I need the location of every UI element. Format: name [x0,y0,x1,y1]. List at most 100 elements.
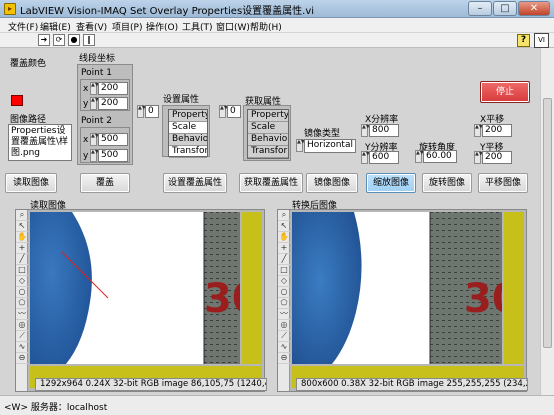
polygon-tool-icon[interactable]: ⬠ [16,298,28,309]
point1-x-field[interactable]: 200 [98,82,128,95]
mirror-type-label: 镜像类型 [304,129,341,139]
right-vertical-scrollbar[interactable] [504,212,524,364]
rect-tool-icon[interactable]: □ [278,265,290,276]
point2-x-increment[interactable]: ▲▼ [90,133,99,146]
freehand-line-tool-icon[interactable]: ∿ [278,342,290,353]
get-overlay-props-button[interactable]: 获取覆盖属性 [239,173,303,193]
menu-operate[interactable]: 操作(O) [146,20,178,33]
mirror-image-button[interactable]: 镜像图像 [306,173,358,193]
rotated-rect-tool-icon[interactable]: ◇ [16,276,28,287]
set-props-row-scale[interactable]: Scale [169,122,207,134]
title-bar: ▸ LabVIEW Vision-IMAQ Set Overlay Proper… [0,0,554,18]
point1-y-label: y [83,99,89,109]
mirror-type-select[interactable]: Horizontal [304,139,356,153]
freehand-tool-icon[interactable]: 〰 [16,309,28,320]
annulus-tool-icon[interactable]: ◎ [16,320,28,331]
get-props-index: 0 [227,105,241,118]
set-overlay-props-button[interactable]: 设置覆盖属性 [163,173,227,193]
pan-tool-icon[interactable]: ✋ [16,232,28,243]
x-res-increment[interactable]: ▲▼ [361,124,370,137]
left-ruler-number: 30 [204,276,240,322]
oval-tool-icon[interactable]: ○ [278,287,290,298]
point2-x-field[interactable]: 500 [98,133,128,146]
set-props-row-transform[interactable]: Transfor [169,146,207,158]
menu-tools[interactable]: 工具(T) [182,20,213,33]
menu-view[interactable]: 查看(V) [76,20,107,33]
zoom-image-button[interactable]: 缩放图像 [366,173,416,193]
abort-icon[interactable]: ● [68,34,80,46]
x-res-field[interactable]: 800 [369,124,399,137]
x-shift-increment[interactable]: ▲▼ [474,124,483,137]
left-vertical-scrollbar[interactable] [242,212,262,364]
pause-icon[interactable]: ‖ [83,34,95,46]
zoom-tool-icon[interactable]: ⌕ [16,210,28,221]
minimize-button[interactable]: – [468,1,492,16]
rect-tool-icon[interactable]: □ [16,265,28,276]
point1-y-increment[interactable]: ▲▼ [90,97,99,110]
point2-y-increment[interactable]: ▲▼ [90,149,99,162]
broken-line-tool-icon[interactable]: ⟋ [16,331,28,342]
rotate-angle-increment[interactable]: ▲▼ [415,150,424,163]
point-tool-icon[interactable]: + [278,243,290,254]
annulus-tool-icon[interactable]: ◎ [278,320,290,331]
translate-image-button[interactable]: 平移图像 [478,173,528,193]
x-shift-field[interactable]: 200 [482,124,512,137]
y-shift-field[interactable]: 200 [482,151,512,164]
freehand-tool-icon[interactable]: 〰 [278,309,290,320]
y-res-field[interactable]: 600 [369,151,399,164]
stop-button[interactable]: 停止 [480,81,530,103]
panel-vertical-scrollbar[interactable] [540,48,554,395]
freehand-line-tool-icon[interactable]: ∿ [16,342,28,353]
menu-bar: 文件(F) 编辑(E) 查看(V) 项目(P) 操作(O) 工具(T) 窗口(W… [0,18,554,33]
line-tool-icon[interactable]: ╱ [278,254,290,265]
set-props-index-increment[interactable]: ▲▼ [137,105,146,118]
zoom-out-tool-icon[interactable]: ⊖ [278,353,290,364]
polygon-tool-icon[interactable]: ⬠ [278,298,290,309]
context-help-icon[interactable]: ? [517,34,530,47]
menu-window[interactable]: 窗口(W) [216,20,250,33]
right-image-view[interactable]: 30 [292,212,502,364]
menu-file[interactable]: 文件(F) [8,20,38,33]
zoom-tool-icon[interactable]: ⌕ [278,210,290,221]
get-props-row-transform: Transfor [248,146,288,158]
y-shift-increment[interactable]: ▲▼ [474,151,483,164]
oval-tool-icon[interactable]: ○ [16,287,28,298]
line-tool-icon[interactable]: ╱ [16,254,28,265]
pointer-tool-icon[interactable]: ↖ [16,221,28,232]
maximize-button[interactable]: □ [493,1,517,16]
set-props-list[interactable]: Property Scale Behavior Transfor [168,109,208,158]
rotated-rect-tool-icon[interactable]: ◇ [278,276,290,287]
close-button[interactable]: ✕ [518,1,550,16]
zoom-out-tool-icon[interactable]: ⊖ [16,353,28,364]
left-tools-palette: ⌕ ↖ ✋ + ╱ □ ◇ ○ ⬠ 〰 ◎ ⟋ ∿ ⊖ [16,210,28,391]
y-res-increment[interactable]: ▲▼ [361,151,370,164]
get-props-index-increment[interactable]: ▲▼ [219,105,228,118]
menu-edit[interactable]: 编辑(E) [40,20,71,33]
read-image-button[interactable]: 读取图像 [5,173,57,193]
rotate-image-button[interactable]: 旋转图像 [422,173,472,193]
menu-project[interactable]: 项目(P) [112,20,142,33]
image-path-field[interactable]: Properties设置覆盖属性\样图.png [8,124,72,161]
pointer-tool-icon[interactable]: ↖ [278,221,290,232]
toolbar: ➜ ⟳ ● ‖ ? VI [0,33,554,48]
status-bar: <W> 服务器：localhost [0,395,554,415]
run-continuously-icon[interactable]: ⟳ [53,34,65,46]
pan-tool-icon[interactable]: ✋ [278,232,290,243]
broken-line-tool-icon[interactable]: ⟋ [278,331,290,342]
left-image-view[interactable]: 30 [30,212,240,364]
point1-y-field[interactable]: 200 [98,97,128,110]
menu-help[interactable]: 帮助(H) [250,20,282,33]
point-tool-icon[interactable]: + [16,243,28,254]
overlay-color-box[interactable] [11,95,23,106]
right-tools-palette: ⌕ ↖ ✋ + ╱ □ ◇ ○ ⬠ 〰 ◎ ⟋ ∿ ⊖ [278,210,290,391]
point1-x-increment[interactable]: ▲▼ [90,82,99,95]
overlay-button[interactable]: 覆盖 [80,173,130,193]
run-arrow-icon[interactable]: ➜ [38,34,50,46]
get-props-row-scale: Scale [248,122,288,134]
point2-y-field[interactable]: 500 [98,149,128,162]
rotate-angle-field[interactable]: 60.00 [423,150,457,163]
right-ruler-number: 30 [464,276,502,322]
panel-scroll-thumb[interactable] [543,98,552,348]
mirror-type-increment[interactable]: ▲▼ [296,139,305,152]
set-props-index[interactable]: 0 [145,105,159,118]
